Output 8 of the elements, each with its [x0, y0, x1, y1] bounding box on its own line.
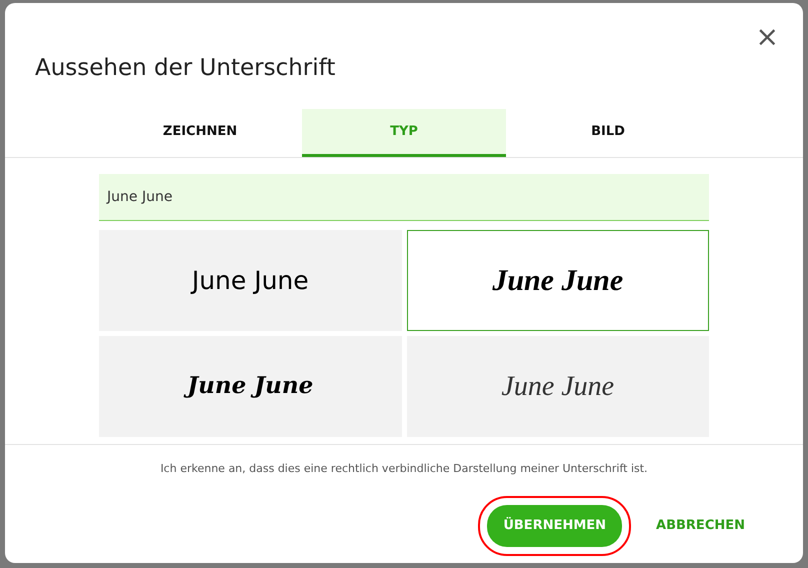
signature-option[interactable]: June June — [99, 336, 402, 437]
signature-option[interactable]: June June — [99, 230, 402, 331]
signature-option[interactable]: June June — [406, 230, 709, 331]
consent-text: Ich erkenne an, dass dies eine rechtlich verbindliche Darstellung meiner Unterschrift ist. — [160, 462, 648, 475]
name-input-field[interactable]: June June — [99, 174, 709, 221]
dialog-title: Aussehen der Unterschrift — [35, 55, 336, 83]
close-button[interactable]: × — [752, 21, 783, 53]
signature-option[interactable]: June June — [406, 336, 709, 437]
